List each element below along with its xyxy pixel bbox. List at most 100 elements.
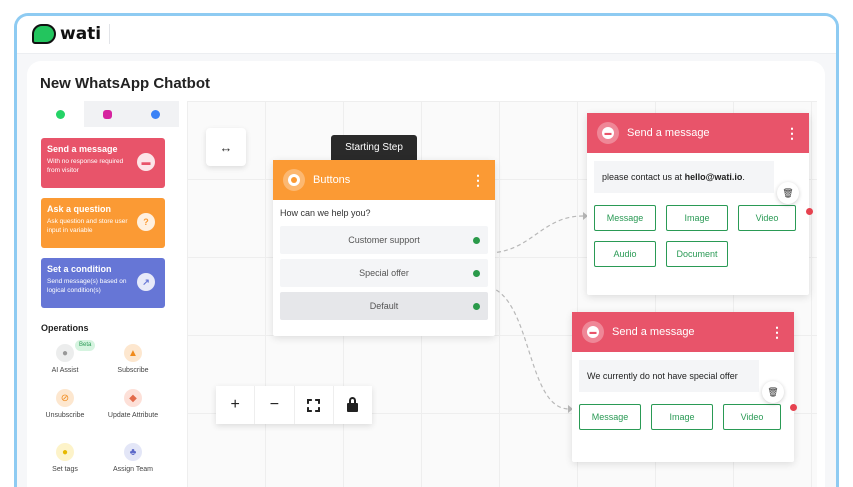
app-window: wati New WhatsApp Chatbot Send a message…: [14, 13, 839, 487]
palette-send-message[interactable]: Send a message With no response required…: [41, 138, 165, 188]
op-label: AI Assist: [51, 367, 79, 374]
connector-handle[interactable]: [473, 303, 480, 310]
option-default[interactable]: Default: [280, 292, 488, 320]
tag-icon: ◆: [124, 389, 142, 407]
node-question: How can we help you?: [280, 208, 371, 218]
arrows-horizontal-icon: ↔: [219, 139, 233, 155]
message-suffix: .: [742, 172, 745, 182]
topbar-divider: [109, 24, 110, 44]
team-icon: ♣: [124, 443, 142, 461]
bell-off-icon: ⊘: [56, 389, 74, 407]
fit-view-button[interactable]: [295, 386, 334, 424]
builder-card: New WhatsApp Chatbot Send a message With…: [27, 61, 825, 487]
chat-icon: ▬: [597, 122, 619, 144]
connector-handle[interactable]: [473, 237, 480, 244]
radio-icon: [283, 169, 305, 191]
bulb-icon: ●: [56, 443, 74, 461]
connector-handle-red[interactable]: [806, 208, 813, 215]
delete-icon[interactable]: 🗑: [762, 381, 784, 403]
node-title: Buttons: [313, 174, 351, 186]
palette-set-condition[interactable]: Set a condition Send message(s) based on…: [41, 258, 165, 308]
chip-message[interactable]: Message: [579, 404, 641, 430]
message-prefix: please contact us at: [602, 172, 683, 182]
flow-canvas[interactable]: ↔ Starting Step Buttons ⋮ How can we hel…: [187, 101, 817, 487]
option-label: Special offer: [359, 268, 409, 278]
chip-video[interactable]: Video: [738, 205, 796, 231]
ai-icon: ●: [56, 344, 74, 362]
bell-icon: ▲: [124, 344, 142, 362]
chip-document[interactable]: Document: [666, 241, 728, 267]
lock-button[interactable]: [334, 386, 372, 424]
op-label: Assign Team: [113, 466, 153, 473]
canvas-toolbar: + −: [216, 386, 372, 424]
connector-offer: [489, 286, 569, 410]
zoom-out-button[interactable]: −: [255, 386, 295, 424]
chip-audio[interactable]: Audio: [594, 241, 656, 267]
beta-badge: Beta: [75, 340, 96, 351]
node-title: Send a message: [612, 326, 695, 338]
logo-text: wati: [60, 24, 102, 44]
op-set-tags[interactable]: ● Set tags: [35, 443, 95, 474]
media-chips: Message Image Video: [572, 392, 794, 430]
plus-icon: +: [230, 396, 240, 413]
whatsapp-icon: [56, 109, 66, 119]
send-message-node-1[interactable]: ▬ Send a message ⋮ please contact us at …: [587, 113, 809, 295]
instagram-icon: [103, 109, 113, 119]
chip-image[interactable]: Image: [651, 404, 713, 430]
chat-icon: ▬: [582, 321, 604, 343]
op-label: Subscribe: [117, 367, 149, 374]
option-label: Default: [369, 301, 399, 311]
buttons-node[interactable]: Buttons ⋮ How can we help you? Customer …: [273, 160, 495, 336]
palette-ask-question[interactable]: Ask a question Ask question and store us…: [41, 198, 165, 248]
message-text: please contact us at hello@wati.io.: [594, 161, 774, 193]
palette-desc: Ask question and store user input in var…: [47, 218, 128, 234]
option-special-offer[interactable]: Special offer: [280, 259, 488, 287]
sidebar: Send a message With no response required…: [37, 101, 179, 487]
op-label: Set tags: [52, 466, 78, 473]
palette-desc: Send message(s) based on logical conditi…: [47, 278, 127, 294]
buttons-node-header: Buttons ⋮: [273, 160, 495, 200]
fullscreen-icon: [307, 398, 321, 412]
chip-video[interactable]: Video: [723, 404, 781, 430]
messenger-icon: [150, 109, 160, 119]
tab-instagram[interactable]: [84, 101, 132, 127]
question-icon: ?: [137, 213, 155, 231]
kebab-menu-icon[interactable]: ⋮: [785, 125, 799, 142]
option-label: Customer support: [348, 235, 420, 245]
message-node-header: ▬ Send a message ⋮: [587, 113, 809, 153]
channel-tabs: [37, 101, 179, 127]
palette-desc: With no response required from visitor: [47, 158, 124, 174]
chip-image[interactable]: Image: [666, 205, 728, 231]
connector-support: [489, 215, 584, 254]
message-email: hello@wati.io: [684, 172, 743, 182]
chat-icon: ▬: [137, 153, 155, 171]
media-chips: Message Image Video Audio Document: [587, 193, 809, 267]
op-unsubscribe[interactable]: ⊘ Unsubscribe: [35, 389, 95, 420]
minus-icon: −: [269, 396, 280, 413]
expand-sidebar-button[interactable]: ↔: [206, 128, 246, 166]
kebab-menu-icon[interactable]: ⋮: [471, 172, 485, 189]
starting-step-tag: Starting Step: [331, 135, 417, 160]
delete-icon[interactable]: 🗑: [777, 182, 799, 204]
send-message-node-2[interactable]: ▬ Send a message ⋮ We currently do not h…: [572, 312, 794, 462]
kebab-menu-icon[interactable]: ⋮: [770, 324, 784, 341]
zoom-in-button[interactable]: +: [216, 386, 256, 424]
node-title: Send a message: [627, 127, 710, 139]
op-update-attribute[interactable]: ◆ Update Attribute: [103, 389, 163, 420]
op-label: Unsubscribe: [45, 412, 85, 419]
logo-icon: [32, 24, 56, 44]
message-text: We currently do not have special offer: [579, 360, 759, 392]
op-subscribe[interactable]: ▲ Subscribe: [103, 344, 163, 375]
lock-icon: [347, 397, 359, 412]
chip-message[interactable]: Message: [594, 205, 656, 231]
connector-handle[interactable]: [473, 270, 480, 277]
option-customer-support[interactable]: Customer support: [280, 226, 488, 254]
operations-title: Operations: [41, 323, 89, 333]
op-ai-assist[interactable]: ● Beta AI Assist: [35, 340, 96, 375]
op-assign-team[interactable]: ♣ Assign Team: [103, 443, 163, 474]
tab-messenger[interactable]: [131, 101, 179, 127]
message-node-header: ▬ Send a message ⋮: [572, 312, 794, 352]
connector-handle-red[interactable]: [790, 404, 797, 411]
wati-logo[interactable]: wati: [32, 24, 101, 44]
tab-whatsapp[interactable]: [37, 101, 85, 127]
